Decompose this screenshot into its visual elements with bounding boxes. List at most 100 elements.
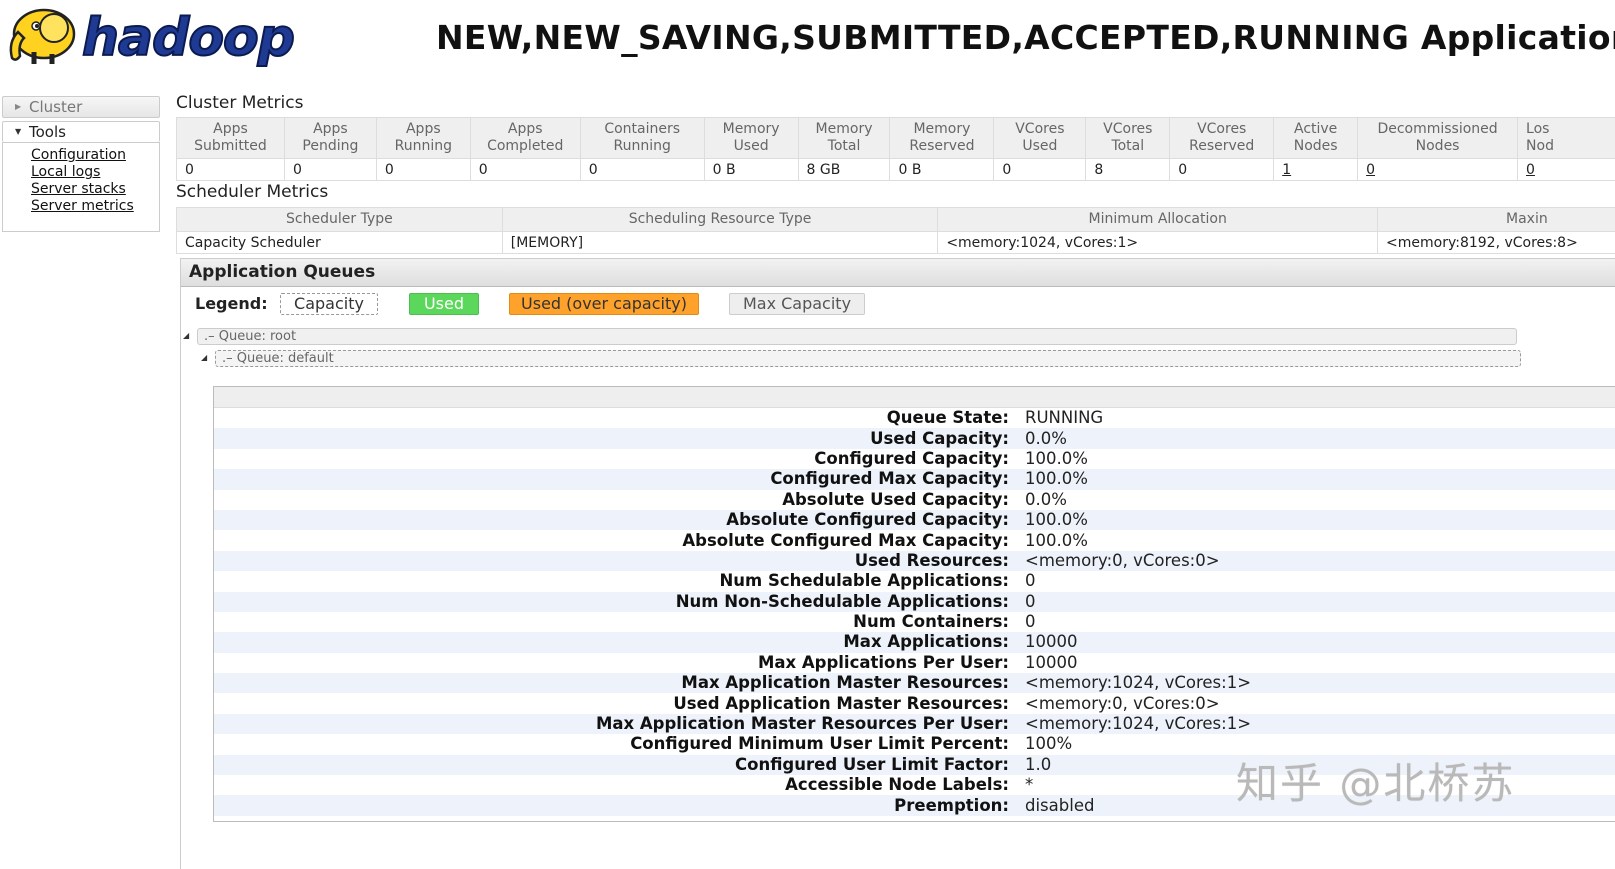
hadoop-logo[interactable]: hadoop	[4, 2, 304, 72]
legend-used-over-capacity: Used (over capacity)	[509, 293, 699, 315]
cluster-metrics-col-5[interactable]: Memory Used	[703, 117, 799, 159]
col-header-line: Memory	[815, 121, 873, 137]
nodes-link[interactable]: 0	[1366, 162, 1375, 178]
detail-key: Configured Capacity:	[814, 448, 1009, 468]
nodes-link[interactable]: 0	[1526, 162, 1535, 178]
cluster-metrics-col-8[interactable]: VCores Used	[993, 117, 1087, 159]
detail-value: 0	[1025, 612, 1036, 632]
detail-key: Num Schedulable Applications:	[719, 571, 1009, 591]
col-header-line: Nodes	[1415, 138, 1460, 154]
link-server-metrics[interactable]: Server metrics	[31, 198, 159, 215]
cluster-metrics-col-10[interactable]: VCores Reserved	[1169, 117, 1275, 159]
detail-key: Queue State:	[886, 408, 1009, 428]
cluster-metrics-col-11[interactable]: Active Nodes	[1273, 117, 1359, 159]
nav-cluster[interactable]: ▶ Cluster	[2, 96, 160, 118]
cluster-metrics-value-10: 0	[1169, 158, 1275, 181]
col-header-line: Apps	[405, 121, 441, 137]
cluster-metrics-col-1[interactable]: Apps Pending	[283, 117, 377, 159]
col-scheduler-type[interactable]: Scheduler Type	[176, 207, 503, 232]
col-header-line: Completed	[487, 138, 564, 154]
sidebar: ▶ Cluster ▼ Tools Configuration Local lo…	[2, 96, 160, 232]
table-row: Max Applications: 10000	[214, 632, 1615, 653]
table-row: Max Applications Per User: 10000	[214, 653, 1615, 673]
collapse-triangle-icon[interactable]: ◢	[183, 331, 189, 340]
col-header-line: Active	[1293, 121, 1338, 137]
queue-root[interactable]: .– Queue: root	[197, 328, 1517, 345]
detail-key: Max Application Master Resources Per Use…	[214, 713, 1025, 735]
link-local-logs[interactable]: Local logs	[31, 164, 159, 181]
col-header-line: Total	[1111, 138, 1145, 154]
cluster-metrics-col-7[interactable]: Memory Reserved	[889, 117, 995, 159]
col-header-line: Apps	[507, 121, 543, 137]
cluster-metrics-col-4[interactable]: Containers Running	[579, 117, 705, 159]
detail-value: RUNNING	[1025, 408, 1104, 428]
table-row: Absolute Configured Capacity: 100.0%	[214, 509, 1615, 531]
collapse-triangle-icon[interactable]: ◢	[201, 353, 207, 362]
link-server-stacks[interactable]: Server stacks	[31, 181, 159, 198]
cluster-metrics-value-5: 0 B	[703, 158, 799, 181]
legend-label: Legend:	[195, 294, 268, 313]
cluster-metrics-col-12[interactable]: Decommissioned Nodes	[1357, 117, 1519, 159]
nodes-link[interactable]: 1	[1282, 162, 1291, 178]
cluster-metrics-value-3: 0	[469, 158, 581, 181]
col-header-line: Decommissioned	[1377, 121, 1498, 137]
cluster-metrics-col-0[interactable]: Apps Submitted	[176, 117, 285, 159]
detail-value: <memory:0, vCores:0>	[1025, 550, 1615, 572]
nav-tools[interactable]: ▼ Tools	[2, 121, 160, 142]
detail-key: Accessible Node Labels:	[785, 775, 1009, 795]
detail-value: 10000	[1025, 652, 1078, 672]
tools-menu: Configuration Local logs Server stacks S…	[2, 142, 160, 232]
col-header-line: Running	[613, 138, 671, 154]
col-header-line: Nod	[1526, 138, 1554, 154]
col-maximum-allocation[interactable]: Maxin	[1377, 207, 1615, 232]
cluster-metrics-value-7: 0 B	[889, 158, 995, 181]
col-minimum-allocation[interactable]: Minimum Allocation	[937, 207, 1379, 232]
detail-key: Used Application Master Resources:	[673, 693, 1009, 713]
queue-default[interactable]: .– Queue: default	[215, 350, 1521, 367]
col-header-line: Los	[1526, 121, 1550, 137]
detail-value: 0	[1025, 591, 1615, 612]
col-header-line: VCores	[1103, 121, 1153, 137]
cluster-metrics-value-2: 0	[375, 158, 471, 181]
col-header-line: Memory	[913, 121, 971, 137]
cluster-metrics-col-13[interactable]: Los Nod	[1517, 117, 1615, 159]
scheduler-type-value: Capacity Scheduler	[176, 231, 503, 254]
detail-key: Configured Max Capacity:	[214, 469, 1025, 490]
page-title: NEW,NEW_SAVING,SUBMITTED,ACCEPTED,RUNNIN…	[436, 18, 1615, 57]
cluster-metrics-col-6[interactable]: Memory Total	[797, 117, 891, 159]
detail-value: 100.0%	[1025, 509, 1615, 531]
scheduling-resource-type-value: [MEMORY]	[501, 231, 939, 254]
table-row: Absolute Used Capacity: 0.0%	[214, 490, 1615, 510]
cluster-metrics-value-13: 0	[1517, 158, 1615, 181]
col-header-line: Submitted	[194, 138, 267, 154]
cluster-metrics-value-0: 0	[176, 158, 285, 181]
link-configuration[interactable]: Configuration	[31, 147, 159, 164]
table-row: Configured Max Capacity: 100.0%	[214, 469, 1615, 490]
detail-value: 100.0%	[1025, 448, 1088, 468]
col-header-line: VCores	[1015, 121, 1065, 137]
cluster-metrics-col-2[interactable]: Apps Running	[375, 117, 471, 159]
table-row: Used Capacity: 0.0%	[214, 428, 1615, 449]
table-row: Num Schedulable Applications: 0	[214, 571, 1615, 591]
chevron-right-icon: ▶	[15, 102, 22, 111]
cluster-metrics-value-1: 0	[283, 158, 377, 181]
detail-key: Preemption:	[214, 795, 1025, 816]
detail-key: Configured Minimum User Limit Percent:	[630, 734, 1009, 754]
legend-capacity: Capacity	[280, 293, 378, 315]
detail-value: <memory:0, vCores:0>	[1025, 693, 1220, 713]
cluster-metrics-col-3[interactable]: Apps Completed	[469, 117, 581, 159]
detail-key: Max Application Master Resources:	[214, 673, 1025, 694]
legend-max-capacity: Max Capacity	[729, 293, 865, 315]
table-row: Max Application Master Resources: <memory…	[214, 673, 1615, 694]
col-header-line: Nodes	[1293, 138, 1338, 154]
cluster-metrics-col-9[interactable]: VCores Total	[1085, 117, 1171, 159]
detail-key: Num Containers:	[853, 612, 1009, 632]
col-scheduling-resource-type[interactable]: Scheduling Resource Type	[501, 207, 939, 232]
detail-key: Max Applications:	[214, 632, 1025, 653]
detail-key: Configured User Limit Factor:	[214, 754, 1025, 776]
col-header-line: VCores	[1197, 121, 1247, 137]
detail-key: Absolute Configured Capacity:	[214, 509, 1025, 531]
detail-value: 0.0%	[1025, 428, 1615, 449]
table-row: Num Non-Schedulable Applications: 0	[214, 591, 1615, 612]
table-row: Max Application Master Resources Per Use…	[214, 713, 1615, 735]
